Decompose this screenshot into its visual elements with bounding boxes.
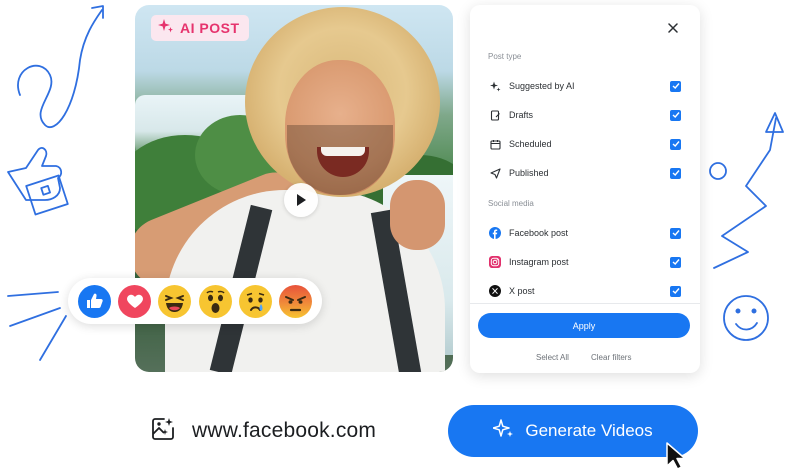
filter-label: Drafts: [509, 110, 534, 120]
ai-image-icon: [150, 416, 176, 447]
loop-arrow-doodle: [17, 9, 103, 128]
zigzag-arrow-head: [765, 112, 784, 133]
website-url[interactable]: www.facebook.com: [192, 419, 376, 443]
smiley-doodle: [723, 295, 769, 341]
filter-label: Instagram post: [509, 257, 569, 267]
apply-button[interactable]: Apply: [478, 313, 690, 338]
checkbox[interactable]: [670, 109, 681, 121]
thumbs-up-doodle: [7, 147, 69, 216]
social-media-heading: Social media: [488, 199, 534, 208]
filter-published[interactable]: Published: [488, 163, 681, 183]
zigzag-arrow-doodle: [713, 117, 777, 269]
filter-label: Facebook post: [509, 228, 569, 238]
filter-label: X post: [509, 286, 535, 296]
circle-doodle: [709, 162, 727, 180]
angry-face-icon[interactable]: [278, 284, 312, 318]
filter-scheduled[interactable]: Scheduled: [488, 134, 681, 154]
clear-filters-link[interactable]: Clear filters: [591, 353, 631, 362]
draft-icon: [488, 108, 502, 122]
filter-x-post[interactable]: X post: [488, 281, 681, 301]
close-icon[interactable]: [664, 19, 682, 37]
sparkle-icon: [158, 18, 174, 39]
surprised-face-icon[interactable]: [198, 284, 232, 318]
mouse-cursor-icon: [666, 442, 686, 470]
filter-instagram-post[interactable]: Instagram post: [488, 252, 681, 272]
filter-drafts[interactable]: Drafts: [488, 105, 681, 125]
waving-hand: [390, 180, 445, 250]
crying-face-icon[interactable]: [238, 284, 272, 318]
loop-arrow-head: [91, 5, 104, 19]
sparkle-icon: [492, 418, 515, 445]
checkbox[interactable]: [670, 227, 681, 239]
thumbs-up-icon[interactable]: [78, 284, 111, 318]
filter-panel: Post type Suggested by AI Drafts Schedul…: [470, 5, 700, 373]
play-button[interactable]: [284, 183, 318, 217]
filter-label: Scheduled: [509, 139, 552, 149]
filter-suggested-by-ai[interactable]: Suggested by AI: [488, 76, 681, 96]
speed-line: [39, 315, 67, 361]
ai-post-badge: AI POST: [151, 15, 249, 41]
reactions-bar: [68, 278, 322, 324]
url-row: www.facebook.com: [150, 413, 376, 449]
filter-label: Suggested by AI: [509, 81, 575, 91]
speed-line: [7, 291, 59, 297]
x-icon: [488, 284, 502, 298]
checkbox[interactable]: [670, 256, 681, 268]
checkbox[interactable]: [670, 138, 681, 150]
heart-icon[interactable]: [118, 284, 152, 318]
checkbox[interactable]: [670, 167, 681, 179]
sparkle-icon: [488, 79, 502, 93]
ai-post-label: AI POST: [180, 20, 240, 36]
speed-line: [9, 307, 61, 327]
checkbox[interactable]: [670, 80, 681, 92]
calendar-icon: [488, 137, 502, 151]
play-icon: [297, 194, 306, 206]
facebook-icon: [488, 226, 502, 240]
select-all-link[interactable]: Select All: [536, 353, 569, 362]
filter-facebook-post[interactable]: Facebook post: [488, 223, 681, 243]
instagram-icon: [488, 255, 502, 269]
send-icon: [488, 166, 502, 180]
checkbox[interactable]: [670, 285, 681, 297]
divider: [470, 303, 700, 304]
generate-videos-label: Generate Videos: [525, 421, 653, 440]
filter-label: Published: [509, 168, 549, 178]
generate-videos-button[interactable]: Generate Videos: [448, 405, 698, 457]
laughing-face-icon[interactable]: [158, 284, 192, 318]
post-type-heading: Post type: [488, 52, 522, 61]
